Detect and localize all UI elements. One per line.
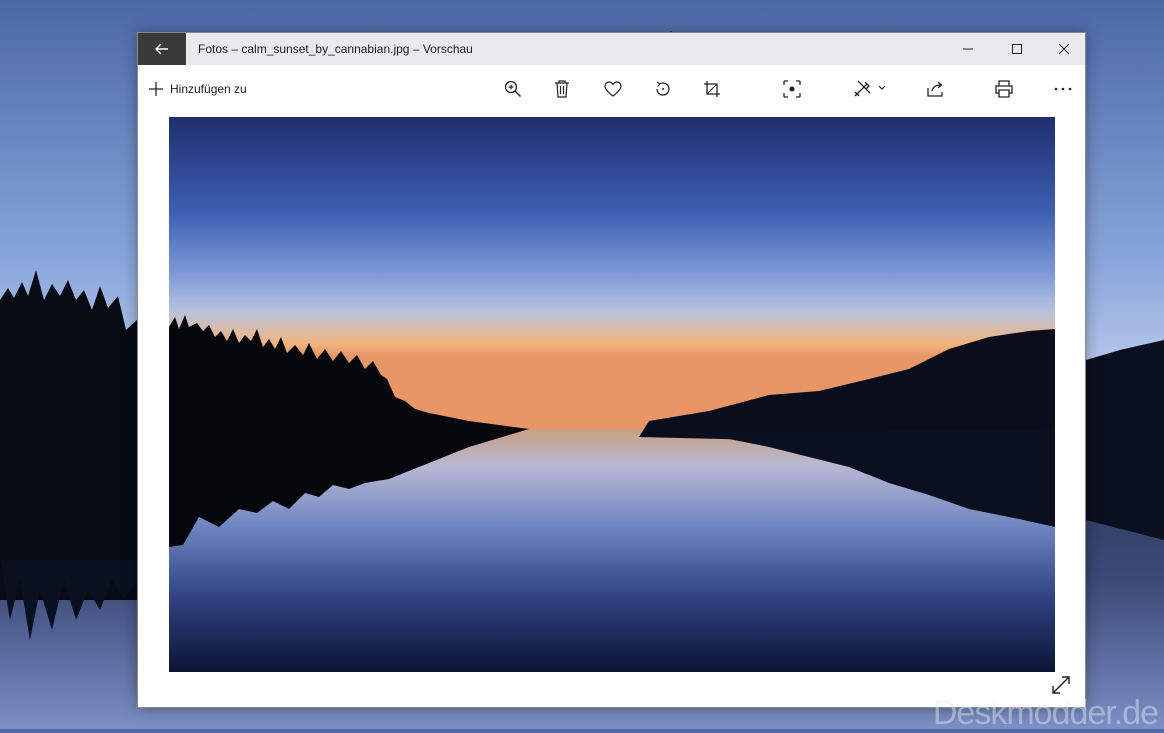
favorite-button[interactable] [593, 65, 633, 113]
close-icon [1059, 44, 1069, 54]
close-button[interactable] [1041, 33, 1087, 65]
expand-icon [1051, 675, 1071, 695]
add-to-button[interactable]: Hinzufügen zu [148, 65, 247, 113]
crop-icon [703, 80, 721, 98]
back-arrow-icon [155, 43, 169, 55]
zoom-button[interactable] [493, 65, 533, 113]
edit-draw-icon [853, 80, 887, 98]
rotate-icon [654, 80, 672, 98]
add-to-label: Hinzufügen zu [170, 82, 247, 96]
title-bar: Fotos – calm_sunset_by_cannabian.jpg – V… [138, 33, 1085, 65]
more-icon [1054, 87, 1072, 91]
more-button[interactable] [1043, 65, 1083, 113]
maximize-icon [1012, 44, 1022, 54]
focus-icon [783, 80, 801, 98]
delete-icon [554, 80, 570, 98]
print-icon [995, 80, 1013, 98]
back-button[interactable] [138, 33, 186, 65]
delete-button[interactable] [542, 65, 582, 113]
focus-button[interactable] [772, 65, 812, 113]
rotate-button[interactable] [643, 65, 683, 113]
photos-app-window: Fotos – calm_sunset_by_cannabian.jpg – V… [137, 32, 1086, 708]
plus-icon [148, 81, 164, 97]
minimize-icon [963, 44, 973, 54]
print-button[interactable] [984, 65, 1024, 113]
edit-draw-button[interactable] [844, 65, 896, 113]
zoom-in-icon [504, 80, 522, 98]
window-title: Fotos – calm_sunset_by_cannabian.jpg – V… [198, 42, 473, 56]
share-icon [927, 80, 945, 98]
maximize-button[interactable] [994, 33, 1040, 65]
toolbar: Hinzufügen zu [138, 65, 1085, 113]
minimize-button[interactable] [945, 33, 991, 65]
favorite-heart-icon [604, 81, 622, 97]
share-button[interactable] [916, 65, 956, 113]
watermark: Deskmodder.de [932, 694, 1159, 732]
photo-preview [169, 117, 1055, 672]
crop-button[interactable] [692, 65, 732, 113]
